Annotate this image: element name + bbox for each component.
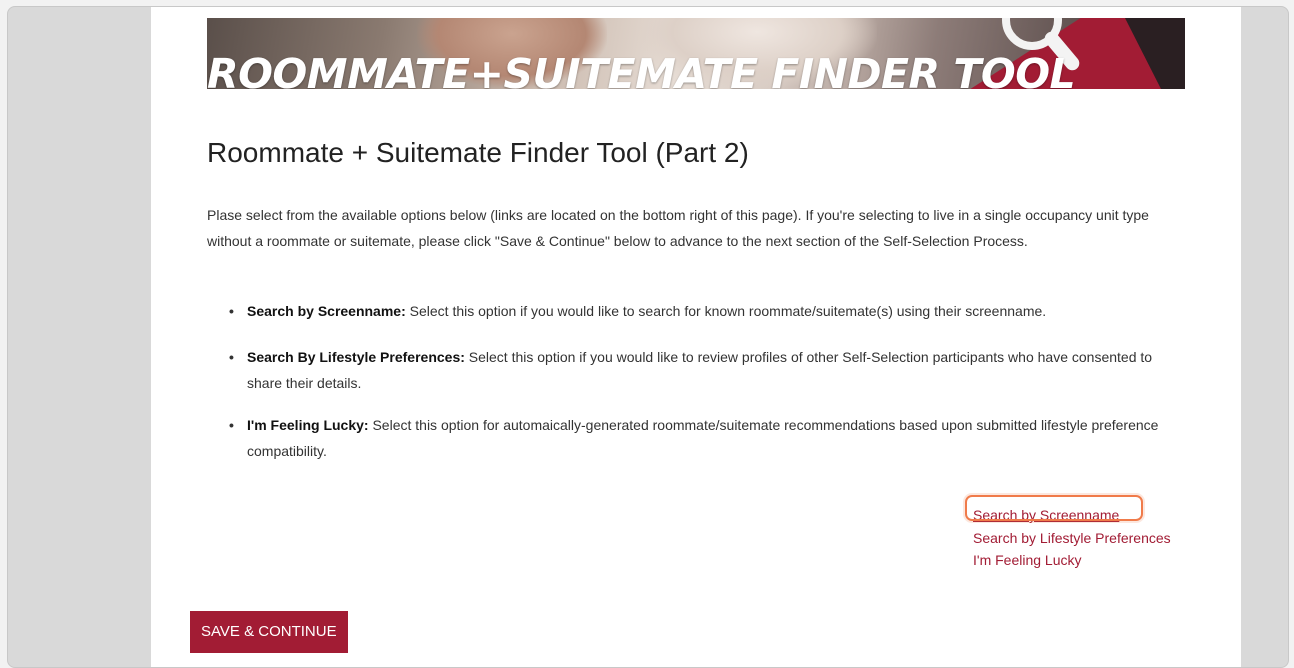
save-continue-button[interactable]: SAVE & CONTINUE	[190, 611, 348, 653]
option-search-by-screenname: • Search by Screenname: Select this opti…	[207, 299, 1187, 325]
bullet-icon: •	[229, 303, 234, 319]
option-description: Select this option for automaically-gene…	[247, 417, 1159, 459]
option-links: Search by Screenname Search by Lifestyle…	[973, 504, 1233, 572]
page-content: ROOMMATE+SUITEMATE FINDER TOOL Roommate …	[151, 7, 1241, 667]
option-description: Select this option if you would like to …	[409, 303, 1047, 319]
header-banner: ROOMMATE+SUITEMATE FINDER TOOL	[207, 18, 1185, 89]
link-search-by-lifestyle[interactable]: Search by Lifestyle Preferences	[973, 527, 1233, 550]
banner-title: ROOMMATE+SUITEMATE FINDER TOOL	[207, 50, 1076, 89]
option-search-by-lifestyle: • Search By Lifestyle Preferences: Selec…	[207, 345, 1187, 396]
option-term: I'm Feeling Lucky:	[247, 417, 369, 433]
browser-frame: ROOMMATE+SUITEMATE FINDER TOOL Roommate …	[7, 6, 1289, 668]
link-feeling-lucky[interactable]: I'm Feeling Lucky	[973, 549, 1233, 572]
link-search-by-screenname[interactable]: Search by Screenname	[973, 504, 1233, 527]
bullet-icon: •	[229, 417, 234, 433]
bullet-icon: •	[229, 349, 234, 365]
intro-paragraph: Plase select from the available options …	[207, 207, 1149, 249]
option-term: Search By Lifestyle Preferences:	[247, 349, 465, 365]
option-term: Search by Screenname:	[247, 303, 406, 319]
option-feeling-lucky: • I'm Feeling Lucky: Select this option …	[207, 413, 1187, 464]
page-title: Roommate + Suitemate Finder Tool (Part 2…	[207, 137, 749, 168]
